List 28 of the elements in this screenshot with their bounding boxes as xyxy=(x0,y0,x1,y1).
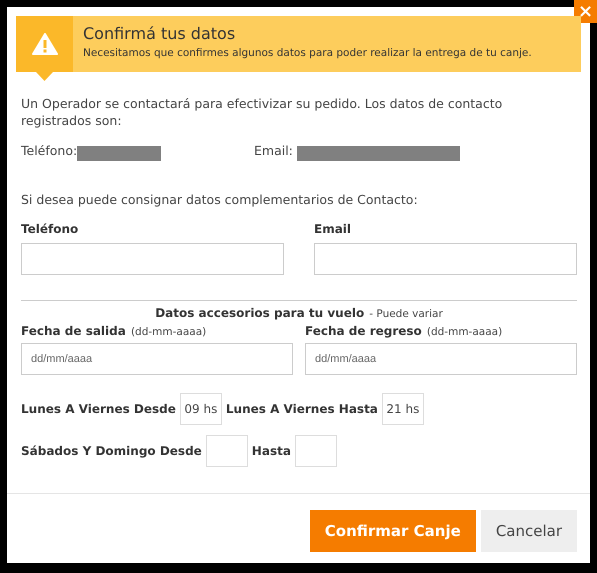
field-label: Fecha de regreso xyxy=(305,324,422,338)
section-note: - Puede variar xyxy=(369,308,443,320)
date-field[interactable]: dd/mm/aaaa xyxy=(21,342,293,374)
field-label: Lunes A Viernes Desde xyxy=(21,400,176,418)
format-hint: (dd-mm-aaaa) xyxy=(130,326,206,338)
input-field[interactable] xyxy=(314,242,577,274)
format-hint: (dd-mm-aaaa) xyxy=(426,326,502,338)
field-label: Teléfono xyxy=(21,220,80,238)
warning-icon xyxy=(32,33,58,55)
complement-note: Si desea puede consignar datos complementarios de Contacto: xyxy=(21,190,419,209)
time-field[interactable]: 09 hs xyxy=(180,392,222,424)
time-field[interactable] xyxy=(294,434,337,466)
banner-subtitle: Necesitamos que confirmes algunos datos para poder realizar la entrega de tu canje. xyxy=(83,46,532,61)
cancel-button[interactable]: Cancelar xyxy=(480,510,577,552)
time-field[interactable]: 21 hs xyxy=(382,392,424,424)
section-title: Datos accesorios para tu vuelo xyxy=(155,306,364,320)
field-label: Hasta xyxy=(252,442,291,460)
field-label: Sábados Y Domingo Desde xyxy=(21,442,202,460)
field-label: Teléfono: xyxy=(21,142,78,160)
banner-title: Confirmá tus datos xyxy=(83,24,236,44)
time-field[interactable] xyxy=(206,434,248,466)
input-field[interactable] xyxy=(21,242,284,274)
field-label: Fecha de salida xyxy=(21,324,126,338)
field-label: Email xyxy=(314,220,352,238)
date-field[interactable]: dd/mm/aaaa xyxy=(305,342,577,374)
field-label: Lunes A Viernes Hasta xyxy=(226,400,378,418)
intro-paragraph: Un Operador se contactará para efectivizar su pedido. Los datos de contacto registrados son: xyxy=(21,95,504,129)
field-label: Email: xyxy=(254,142,293,160)
